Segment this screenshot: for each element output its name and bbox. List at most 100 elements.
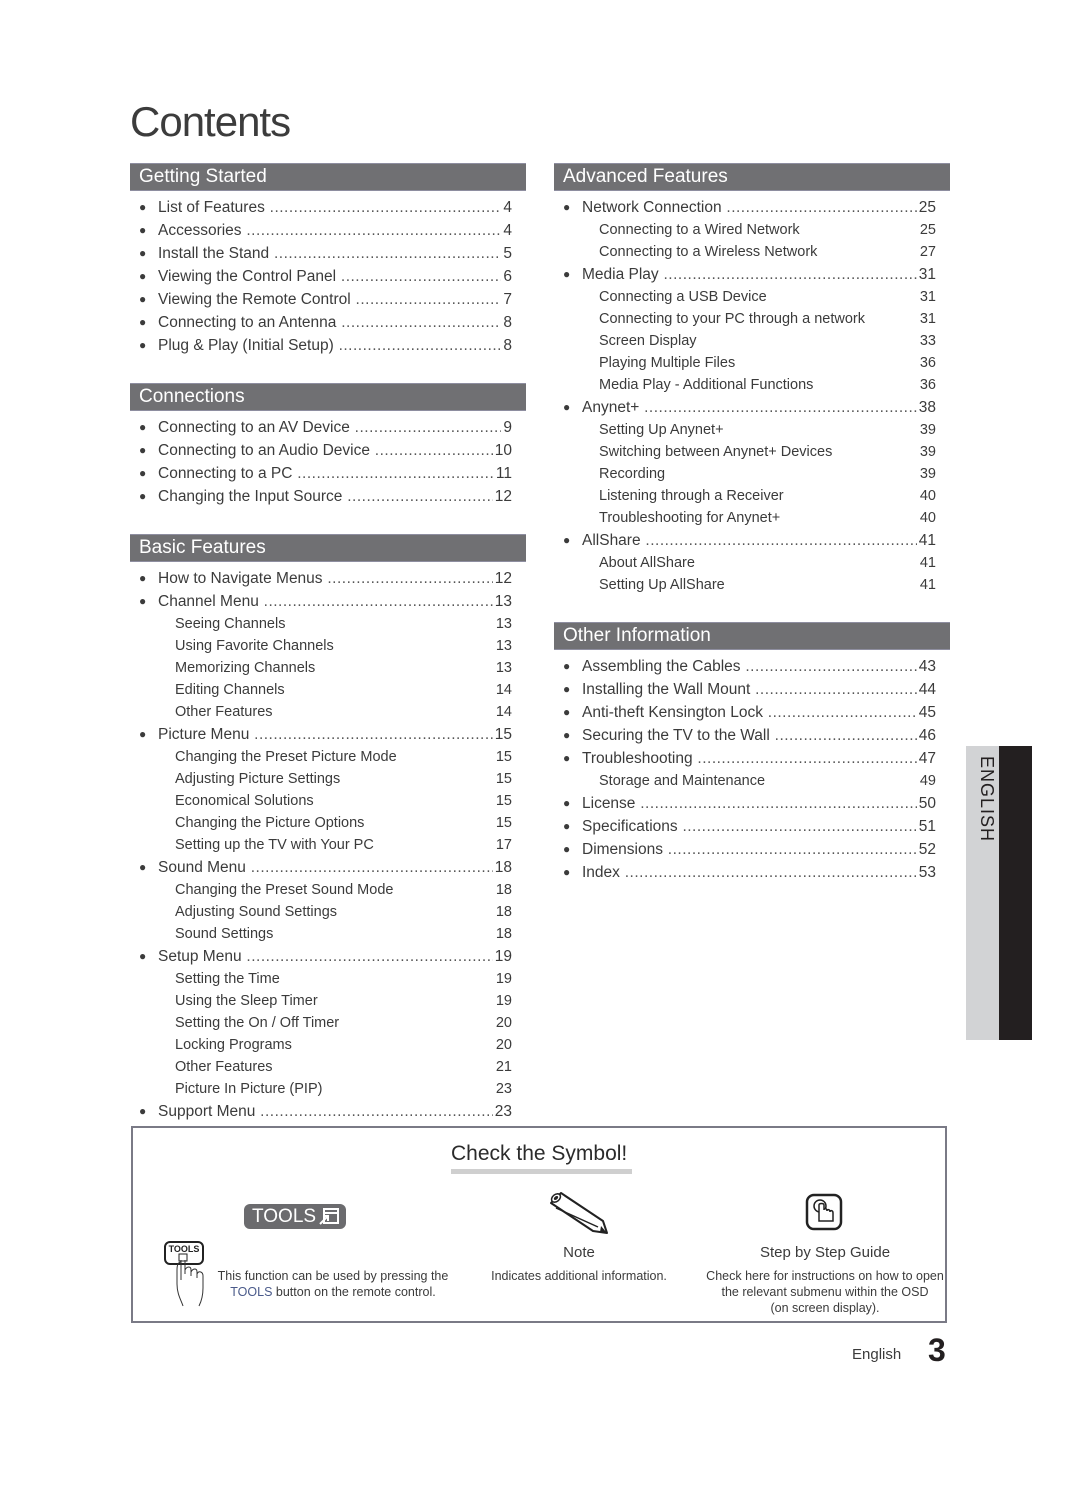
- bullet-icon: ●: [563, 200, 571, 214]
- toc-subentry[interactable]: Setting Up AllShare 41: [554, 574, 950, 596]
- entry-label: Picture Menu: [158, 723, 512, 746]
- toc-entry[interactable]: ● Assembling the Cables 43: [554, 655, 950, 678]
- toc-entry[interactable]: ● Connecting to an Antenna 8: [130, 311, 526, 334]
- toc-entry[interactable]: ● Specifications 51: [554, 815, 950, 838]
- entry-label: Using Favorite Channels: [175, 635, 512, 657]
- entry-label-text: Securing the TV to the Wall: [582, 727, 770, 744]
- toc-subentry[interactable]: Setting the On / Off Timer 20: [130, 1012, 526, 1034]
- toc-entry[interactable]: ● How to Navigate Menus 12: [130, 567, 526, 590]
- toc-entry[interactable]: ● Connecting to an AV Device 9: [130, 416, 526, 439]
- toc-entry[interactable]: ● License 50: [554, 792, 950, 815]
- entry-label: How to Navigate Menus: [158, 567, 512, 590]
- toc-entry[interactable]: ● Picture Menu 15: [130, 723, 526, 746]
- toc-subentry[interactable]: Sound Settings 18: [130, 923, 526, 945]
- toc-subentry[interactable]: Switching between Anynet+ Devices 39: [554, 441, 950, 463]
- toc-subentry[interactable]: Memorizing Channels 13: [130, 657, 526, 679]
- toc-subentry[interactable]: Setting Up Anynet+ 39: [554, 419, 950, 441]
- toc-entry[interactable]: ● Setup Menu 19: [130, 945, 526, 968]
- entry-page-number: 18: [493, 901, 512, 923]
- toc-entry[interactable]: ● Index 53: [554, 861, 950, 884]
- entry-page-number: 12: [492, 485, 512, 508]
- toc-subentry[interactable]: Other Features 21: [130, 1056, 526, 1078]
- toc-subentry[interactable]: Locking Programs 20: [130, 1034, 526, 1056]
- toc-subentry[interactable]: Using Favorite Channels 13: [130, 635, 526, 657]
- toc-subentry[interactable]: Recording 39: [554, 463, 950, 485]
- entry-label: Connecting to an Antenna: [158, 311, 512, 334]
- toc-subentry[interactable]: Storage and Maintenance 49: [554, 770, 950, 792]
- toc-subentry[interactable]: Listening through a Receiver 40: [554, 485, 950, 507]
- toc-subentry[interactable]: Picture In Picture (PIP) 23: [130, 1078, 526, 1100]
- entry-label: Network Connection: [582, 196, 936, 219]
- toc-subentry[interactable]: Adjusting Picture Settings 15: [130, 768, 526, 790]
- entry-page-number: 39: [917, 463, 936, 485]
- entry-label-text: Dimensions: [582, 841, 663, 858]
- toc-entry[interactable]: ● Install the Stand 5: [130, 242, 526, 265]
- toc-entry[interactable]: ● Anynet+ 38: [554, 396, 950, 419]
- entry-label-text: Changing the Picture Options: [175, 815, 365, 831]
- toc-entry[interactable]: ● Support Menu 23: [130, 1100, 526, 1123]
- entry-label: Viewing the Remote Control: [158, 288, 512, 311]
- entry-label: Viewing the Control Panel: [158, 265, 512, 288]
- toc-entry[interactable]: ● Media Play 31: [554, 263, 950, 286]
- toc-subentry[interactable]: Screen Display 33: [554, 330, 950, 352]
- toc-entry[interactable]: ● Network Connection 25: [554, 196, 950, 219]
- toc-subentry[interactable]: Economical Solutions 15: [130, 790, 526, 812]
- toc-subentry[interactable]: Changing the Picture Options 15: [130, 812, 526, 834]
- entry-label-text: About AllShare: [599, 555, 695, 571]
- page-title: Contents: [130, 98, 291, 145]
- toc-subentry[interactable]: Media Play - Additional Functions 36: [554, 374, 950, 396]
- toc-entry[interactable]: ● Viewing the Control Panel 6: [130, 265, 526, 288]
- toc-entry[interactable]: ● Installing the Wall Mount 44: [554, 678, 950, 701]
- bullet-icon: ●: [139, 1104, 147, 1118]
- tools-desc-line1: This function can be used by pressing th…: [217, 1269, 449, 1283]
- toc-entry[interactable]: ● Anti-theft Kensington Lock 45: [554, 701, 950, 724]
- toc-entry[interactable]: ● Connecting to a PC 11: [130, 462, 526, 485]
- bullet-icon: ●: [563, 819, 571, 833]
- bullet-icon: ●: [563, 751, 571, 765]
- entry-label-text: Other Features: [175, 704, 273, 720]
- toc-subentry[interactable]: Playing Multiple Files 36: [554, 352, 950, 374]
- toc-entry[interactable]: ● Plug & Play (Initial Setup) 8: [130, 334, 526, 357]
- toc-entry[interactable]: ● Accessories 4: [130, 219, 526, 242]
- toc-subentry[interactable]: Connecting a USB Device 31: [554, 286, 950, 308]
- entry-label: Editing Channels: [175, 679, 512, 701]
- entry-page-number: 13: [493, 657, 512, 679]
- toc-entry[interactable]: ● Dimensions 52: [554, 838, 950, 861]
- entry-label-text: Changing the Preset Picture Mode: [175, 749, 397, 765]
- toc-subentry[interactable]: Adjusting Sound Settings 18: [130, 901, 526, 923]
- toc-entry[interactable]: ● List of Features 4: [130, 196, 526, 219]
- toc-subentry[interactable]: About AllShare 41: [554, 552, 950, 574]
- toc-subentry[interactable]: Using the Sleep Timer 19: [130, 990, 526, 1012]
- entry-label-text: Setting the Time: [175, 971, 280, 987]
- entry-page-number: 14: [493, 679, 512, 701]
- entry-label-text: Viewing the Control Panel: [158, 268, 337, 285]
- toc-entry[interactable]: ● Viewing the Remote Control 7: [130, 288, 526, 311]
- toc-subentry[interactable]: Other Features 14: [130, 701, 526, 723]
- toc-subentry[interactable]: Setting up the TV with Your PC 17: [130, 834, 526, 856]
- toc-entry[interactable]: ● Changing the Input Source 12: [130, 485, 526, 508]
- entry-label-text: Screen Display: [599, 333, 697, 349]
- entry-page-number: 12: [492, 567, 512, 590]
- entry-label-text: Adjusting Sound Settings: [175, 904, 338, 920]
- entry-label-text: Changing the Input Source: [158, 488, 343, 505]
- toc-subentry[interactable]: Changing the Preset Picture Mode 15: [130, 746, 526, 768]
- toc-subentry[interactable]: Changing the Preset Sound Mode 18: [130, 879, 526, 901]
- guide-desc-line2: the relevant submenu within the OSD: [721, 1285, 929, 1299]
- toc-subentry[interactable]: Seeing Channels 13: [130, 613, 526, 635]
- toc-entry[interactable]: ● Connecting to an Audio Device 10: [130, 439, 526, 462]
- entry-page-number: 40: [917, 485, 936, 507]
- toc-section: Advanced Features●Network Connection25Co…: [554, 163, 950, 596]
- toc-subentry[interactable]: Connecting to a Wired Network 25: [554, 219, 950, 241]
- toc-entry[interactable]: ● Channel Menu 13: [130, 590, 526, 613]
- toc-entry[interactable]: ● Securing the TV to the Wall 46: [554, 724, 950, 747]
- toc-subentry[interactable]: Connecting to a Wireless Network 27: [554, 241, 950, 263]
- toc-subentry[interactable]: Troubleshooting for Anynet+ 40: [554, 507, 950, 529]
- toc-subentry[interactable]: Editing Channels 14: [130, 679, 526, 701]
- toc-subentry[interactable]: Setting the Time 19: [130, 968, 526, 990]
- bullet-icon: ●: [139, 420, 147, 434]
- toc-entry[interactable]: ● AllShare 41: [554, 529, 950, 552]
- toc-entry[interactable]: ● Sound Menu 18: [130, 856, 526, 879]
- toc-entry[interactable]: ● Troubleshooting 47: [554, 747, 950, 770]
- toc-subentry[interactable]: Connecting to your PC through a network 3…: [554, 308, 950, 330]
- bullet-icon: ●: [139, 246, 147, 260]
